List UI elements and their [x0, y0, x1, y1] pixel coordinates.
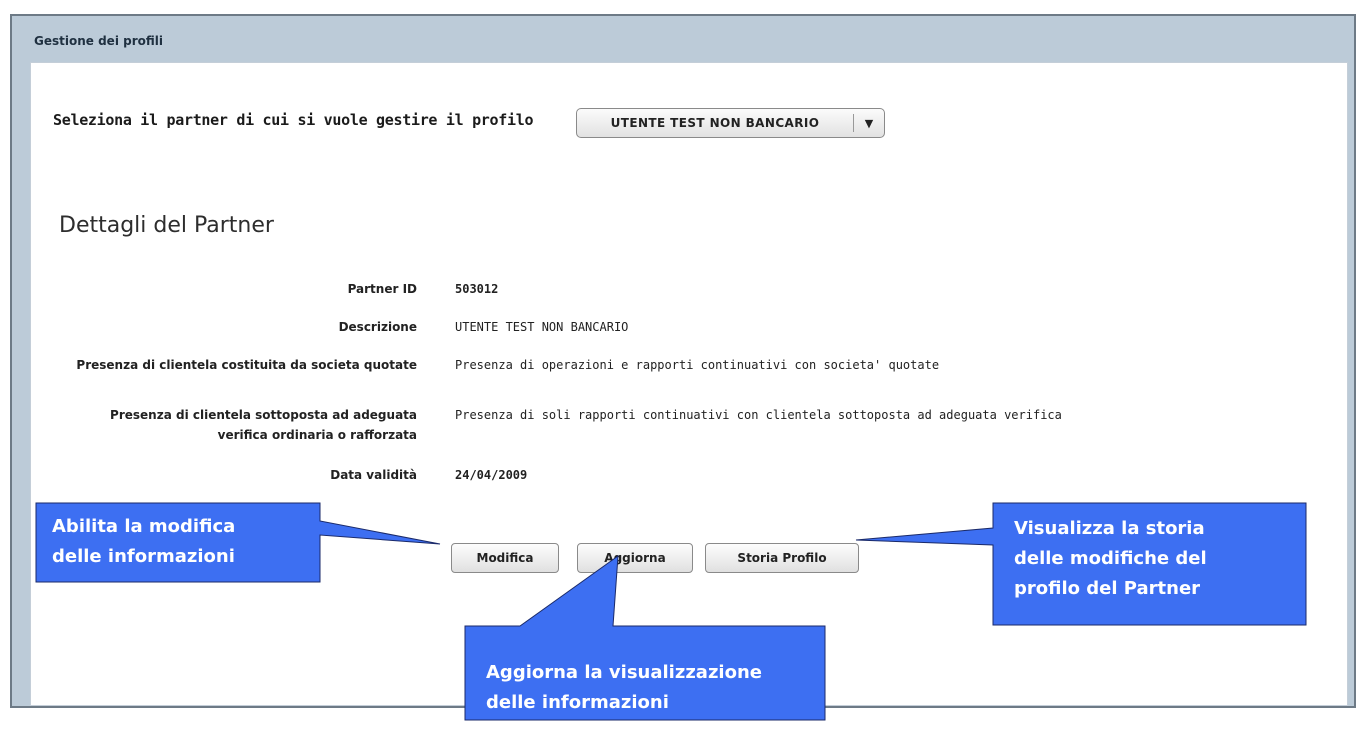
- callout-line: delle informazioni: [486, 692, 669, 713]
- callout-line: delle modifiche del: [1014, 548, 1207, 569]
- callout-line: delle informazioni: [52, 546, 235, 567]
- callout-line: profilo del Partner: [1014, 578, 1201, 599]
- callout-line: Abilita la modifica: [52, 516, 236, 537]
- callout-shapes: [35, 502, 1307, 721]
- callout-line: Visualizza la storia: [1014, 518, 1205, 539]
- callout-modifica: Abilita la modifica delle informazioni: [52, 512, 235, 572]
- callout-aggiorna: Aggiorna la visualizzazione delle inform…: [486, 658, 762, 718]
- callout-line: Aggiorna la visualizzazione: [486, 662, 762, 683]
- callout-storia: Visualizza la storia delle modifiche del…: [1014, 514, 1207, 604]
